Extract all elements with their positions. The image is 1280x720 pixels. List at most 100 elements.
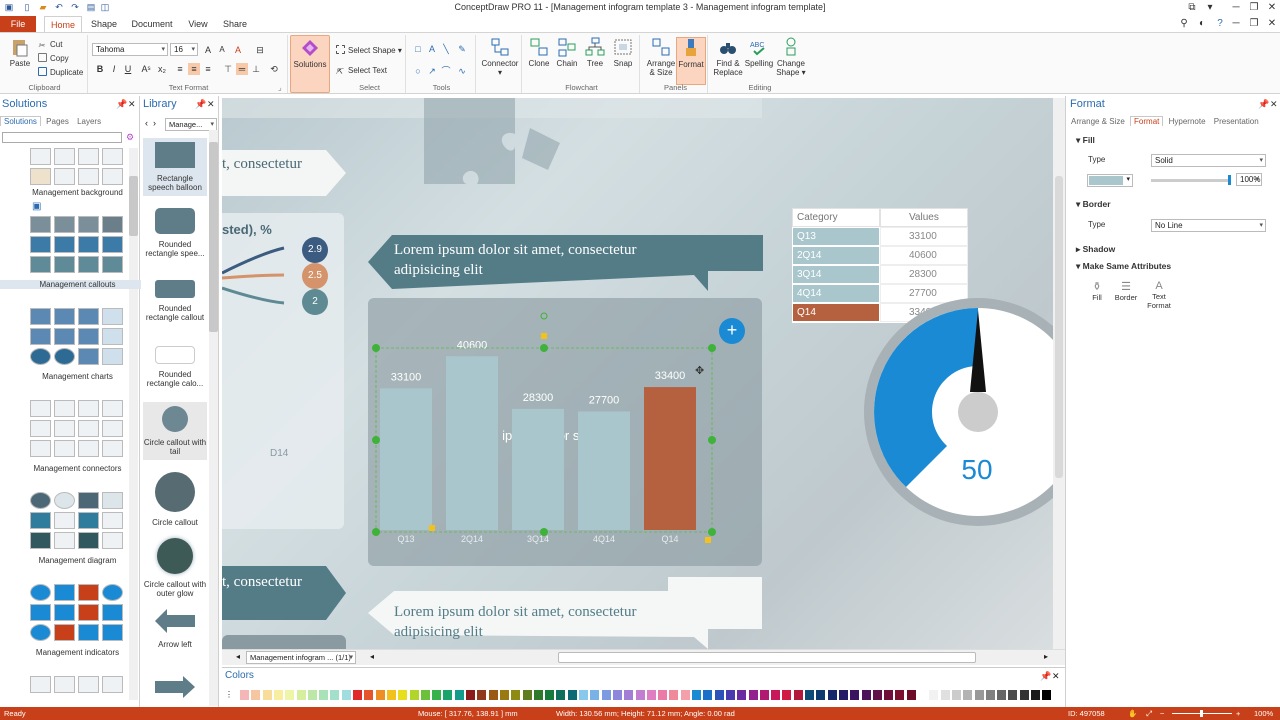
text-tool-icon[interactable]: A	[426, 43, 438, 55]
library-next-icon[interactable]: ›	[153, 118, 156, 128]
color-swatch[interactable]	[432, 690, 442, 700]
chain-button[interactable]: Chain	[554, 37, 580, 68]
thumbnail[interactable]	[30, 492, 51, 509]
cut-button[interactable]: ✂ Cut	[38, 39, 62, 50]
table-cell-value[interactable]: 28300	[880, 265, 968, 284]
shadow-section[interactable]: ▸ Shadow	[1076, 244, 1115, 255]
color-swatch[interactable]	[1008, 690, 1018, 700]
color-swatch[interactable]	[364, 690, 374, 700]
thumbnail[interactable]	[102, 168, 123, 185]
opacity-slider[interactable]	[1151, 175, 1231, 185]
thumbnail[interactable]	[102, 348, 123, 365]
thumbnail[interactable]	[54, 624, 75, 641]
chart-bar[interactable]	[644, 387, 696, 530]
thumbnail[interactable]	[78, 420, 99, 437]
rectangle-tool-icon[interactable]: □	[412, 43, 424, 55]
maximize-icon[interactable]: ❐	[1246, 1, 1262, 15]
fill-section[interactable]: ▾ Fill	[1076, 135, 1095, 146]
thumbnail[interactable]	[102, 584, 123, 601]
valign-middle-icon[interactable]: ═	[236, 63, 248, 75]
thumbnail[interactable]	[30, 676, 51, 693]
vertical-scrollbar[interactable]	[1053, 98, 1065, 649]
thumbnail[interactable]	[102, 328, 123, 345]
color-swatch[interactable]	[353, 690, 362, 700]
text-box-icon[interactable]: ⊟	[254, 44, 266, 56]
color-swatch[interactable]	[850, 690, 860, 700]
paste-button[interactable]: Paste	[6, 37, 34, 68]
group-label[interactable]: Management background	[0, 188, 155, 197]
table-cell-value[interactable]: 40600	[880, 246, 968, 265]
color-swatch[interactable]	[692, 690, 701, 700]
color-swatch[interactable]	[240, 690, 249, 700]
subscript-icon[interactable]: x₂	[156, 63, 168, 75]
color-swatch[interactable]	[737, 690, 747, 700]
library-pin-icon[interactable]: 📌	[195, 99, 206, 110]
thumbnail[interactable]	[54, 308, 75, 325]
library-item[interactable]: Rounded rectangle calo...	[143, 346, 207, 388]
page-next-icon[interactable]: ◂	[370, 652, 374, 661]
font-size-select[interactable]: 16	[170, 43, 198, 56]
page-prev-icon[interactable]: ◂	[236, 652, 240, 661]
selection-handle[interactable]	[372, 436, 380, 444]
connector-button[interactable]: Connector ▾	[478, 35, 522, 93]
color-swatch[interactable]	[409, 690, 419, 700]
thumbnail[interactable]	[54, 256, 75, 273]
thumbnail[interactable]	[78, 400, 99, 417]
color-swatch[interactable]	[974, 690, 984, 700]
color-swatch[interactable]	[533, 690, 543, 700]
color-swatch[interactable]	[612, 690, 622, 700]
thumbnail[interactable]	[78, 168, 99, 185]
bold-icon[interactable]: B	[94, 63, 106, 75]
thumbnail[interactable]	[78, 624, 99, 641]
color-swatch[interactable]	[420, 690, 430, 700]
color-swatch[interactable]	[319, 690, 329, 700]
color-swatch[interactable]	[646, 690, 656, 700]
solutions-search-input[interactable]	[2, 132, 122, 143]
library-item[interactable]: Rectangle speech balloon	[143, 138, 207, 196]
color-swatch[interactable]	[273, 690, 283, 700]
thumbnail[interactable]	[30, 168, 51, 185]
thumbnail[interactable]	[30, 348, 51, 365]
thumbnail[interactable]	[54, 168, 75, 185]
thumbnail[interactable]	[102, 440, 123, 457]
thumbnail[interactable]	[102, 604, 123, 621]
help-icon[interactable]: ?	[1212, 17, 1228, 31]
thumbnail[interactable]	[78, 604, 99, 621]
tab-view[interactable]: View	[184, 16, 212, 32]
color-swatch[interactable]	[805, 690, 814, 700]
make-same-section[interactable]: ▾ Make Same Attributes	[1076, 261, 1171, 272]
tree-button[interactable]: Tree	[582, 37, 608, 68]
thumbnail[interactable]	[102, 216, 123, 233]
color-swatch[interactable]	[601, 690, 611, 700]
color-swatch[interactable]	[499, 690, 509, 700]
color-swatch[interactable]	[680, 690, 690, 700]
color-swatch[interactable]	[466, 690, 475, 700]
color-swatch[interactable]	[985, 690, 995, 700]
thumbnail[interactable]	[54, 492, 75, 509]
thumbnail[interactable]	[102, 400, 123, 417]
group-label[interactable]: Management diagram	[0, 556, 155, 565]
library-item[interactable]: Rounded rectangle spee...	[143, 208, 207, 258]
align-left-icon[interactable]: ≡	[174, 63, 186, 75]
library-item[interactable]: Rounded rectangle callout	[143, 280, 207, 322]
color-swatch[interactable]	[782, 690, 792, 700]
chart-bar[interactable]	[578, 411, 630, 530]
thumbnail[interactable]	[30, 624, 51, 641]
thumbnail[interactable]	[54, 348, 75, 365]
make-same-text-button[interactable]: A Text Format	[1144, 280, 1174, 310]
thumbnail[interactable]	[54, 148, 75, 165]
ribbon-min-icon[interactable]: ─	[1228, 17, 1244, 31]
color-swatch[interactable]	[477, 690, 487, 700]
selection-handle[interactable]	[708, 436, 716, 444]
hscroll-thumb[interactable]	[558, 652, 976, 663]
chart-bar[interactable]	[512, 408, 564, 530]
thumbnail[interactable]	[78, 676, 99, 693]
text-format-expand-icon[interactable]: ⌟	[278, 83, 282, 92]
underline-icon[interactable]: U	[122, 63, 134, 75]
thumbnail[interactable]	[54, 328, 75, 345]
thumbnail[interactable]	[30, 308, 51, 325]
tab-document[interactable]: Document	[128, 16, 176, 32]
thumbnail[interactable]	[30, 328, 51, 345]
thumbnail[interactable]	[30, 216, 51, 233]
fill-type-select[interactable]: Solid	[1151, 154, 1266, 167]
